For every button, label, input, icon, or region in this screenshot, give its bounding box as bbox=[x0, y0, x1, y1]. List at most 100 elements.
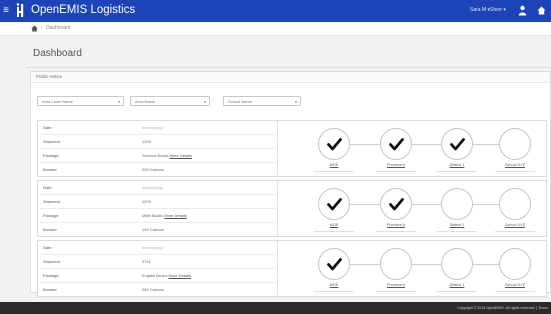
step-complete bbox=[318, 188, 350, 220]
step-underline bbox=[437, 231, 477, 232]
footer: Copyright © 2015 OpenEMIS. All rights re… bbox=[0, 302, 551, 314]
filter-label: Area Name bbox=[135, 98, 156, 104]
step-label-link[interactable]: Province A bbox=[376, 163, 416, 168]
shipment-card: Date dd/mm/yyyy Shipment 1876 Package Math Bo… bbox=[37, 180, 547, 237]
shipment-card: Date dd/mm/yyyy Shipment 3741 Package English… bbox=[37, 240, 547, 297]
more-details-link[interactable]: More Details bbox=[170, 153, 192, 158]
step-connector bbox=[412, 204, 441, 205]
filter-label: Area Level Name bbox=[42, 98, 73, 104]
more-details-link[interactable]: More Details bbox=[164, 213, 186, 218]
user-icon[interactable] bbox=[518, 5, 527, 16]
step-label-link[interactable]: District 1 bbox=[437, 163, 477, 168]
booster-value: 200 Cartons bbox=[142, 167, 164, 172]
step-underline bbox=[495, 291, 535, 292]
shipment-label: Shipment bbox=[43, 199, 60, 204]
step-label-link[interactable]: School XYZ bbox=[495, 283, 535, 288]
step-complete bbox=[441, 128, 473, 160]
step-label-link[interactable]: Province A bbox=[376, 223, 416, 228]
shipment-label: Shipment bbox=[43, 139, 60, 144]
step-label-link[interactable]: MOE bbox=[314, 283, 354, 288]
step-connector bbox=[473, 144, 499, 145]
breadcrumb-home-icon[interactable] bbox=[31, 25, 38, 32]
step-connector bbox=[350, 264, 380, 265]
top-navigation-bar: ≡ OpenEMIS Logistics Sara M ▾ Store ▾ bbox=[0, 0, 551, 22]
step-complete bbox=[380, 128, 412, 160]
school-name-filter[interactable]: School Name ▾ bbox=[223, 96, 301, 106]
detail-divider bbox=[40, 222, 276, 223]
shipment-label: Shipment bbox=[43, 259, 60, 264]
step-connector bbox=[473, 204, 499, 205]
step-pending bbox=[499, 248, 531, 280]
page-title: Dashboard bbox=[33, 48, 82, 59]
package-name: Math Books bbox=[142, 213, 164, 218]
breadcrumb: › Dashboard bbox=[0, 22, 551, 36]
detail-divider bbox=[40, 254, 276, 255]
hamburger-icon[interactable]: ≡ bbox=[2, 5, 10, 16]
step-underline bbox=[495, 231, 535, 232]
shipment-value: 3741 bbox=[142, 259, 151, 264]
step-label-link[interactable]: District 1 bbox=[437, 223, 477, 228]
area-level-filter[interactable]: Area Level Name ▾ bbox=[37, 96, 124, 106]
title-divider bbox=[25, 67, 551, 68]
step-label-link[interactable]: MOE bbox=[314, 163, 354, 168]
step-underline bbox=[495, 171, 535, 172]
booster-value: 150 Cartons bbox=[142, 227, 164, 232]
step-label-link[interactable]: School XYZ bbox=[495, 223, 535, 228]
step-complete bbox=[318, 128, 350, 160]
booster-value: 280 Cartons bbox=[142, 287, 164, 292]
shipment-value: 1876 bbox=[142, 199, 151, 204]
date-value: dd/mm/yyyy bbox=[142, 245, 164, 250]
package-name: English Books bbox=[142, 273, 168, 278]
booster-label: Booster bbox=[43, 227, 57, 232]
booster-label: Booster bbox=[43, 287, 57, 292]
step-underline bbox=[437, 291, 477, 292]
step-underline bbox=[314, 231, 354, 232]
checkmark-icon bbox=[389, 198, 404, 211]
openemis-logo-icon[interactable] bbox=[16, 2, 26, 19]
detail-divider bbox=[40, 162, 276, 163]
user-menu-link[interactable]: Sara M ▾ bbox=[470, 7, 490, 14]
package-value: Science Books More Details bbox=[142, 153, 192, 158]
step-pending bbox=[499, 188, 531, 220]
date-label: Date bbox=[43, 245, 52, 250]
detail-divider bbox=[40, 134, 276, 135]
step-underline bbox=[376, 291, 416, 292]
step-label-link[interactable]: Province A bbox=[376, 283, 416, 288]
app-title[interactable]: OpenEMIS Logistics bbox=[31, 4, 135, 17]
caret-down-icon: ▾ bbox=[294, 99, 297, 104]
detail-divider bbox=[40, 282, 276, 283]
caret-down-icon: ▾ bbox=[117, 99, 120, 104]
step-label-link[interactable]: MOE bbox=[314, 223, 354, 228]
step-underline bbox=[314, 291, 354, 292]
package-label: Package bbox=[43, 273, 59, 278]
step-pending bbox=[441, 248, 473, 280]
shipment-details: Date dd/mm/yyyy Shipment 3741 Package English… bbox=[38, 241, 278, 296]
panel-header: Public Notice bbox=[31, 72, 550, 83]
store-menu-link[interactable]: Store ▾ bbox=[490, 7, 506, 14]
step-underline bbox=[376, 231, 416, 232]
step-complete bbox=[318, 248, 350, 280]
step-label-link[interactable]: District 1 bbox=[437, 283, 477, 288]
shipment-details: Date dd/mm/yyyy Shipment 1876 Package Math Bo… bbox=[38, 181, 278, 236]
panel-title: Public Notice bbox=[36, 74, 63, 79]
checkmark-icon bbox=[450, 138, 465, 151]
step-underline bbox=[437, 171, 477, 172]
step-connector bbox=[412, 144, 441, 145]
step-pending bbox=[380, 248, 412, 280]
package-label: Package bbox=[43, 213, 59, 218]
package-name: Science Books bbox=[142, 153, 169, 158]
step-label-link[interactable]: School XYZ bbox=[495, 163, 535, 168]
shipment-value: 1204 bbox=[142, 139, 151, 144]
detail-divider bbox=[40, 194, 276, 195]
detail-divider bbox=[40, 268, 276, 269]
more-details-link[interactable]: More Details bbox=[168, 273, 190, 278]
area-name-filter[interactable]: Area Name ▾ bbox=[130, 96, 210, 106]
home-icon[interactable] bbox=[537, 5, 546, 16]
date-value: dd/mm/yyyy bbox=[142, 125, 164, 130]
checkmark-icon bbox=[327, 198, 342, 211]
shipment-card: Date dd/mm/yyyy Shipment 1204 Package Science… bbox=[37, 120, 547, 177]
step-connector bbox=[412, 264, 441, 265]
package-value: English Books More Details bbox=[142, 273, 191, 278]
date-label: Date bbox=[43, 125, 52, 130]
shipment-details: Date dd/mm/yyyy Shipment 1204 Package Science… bbox=[38, 121, 278, 176]
